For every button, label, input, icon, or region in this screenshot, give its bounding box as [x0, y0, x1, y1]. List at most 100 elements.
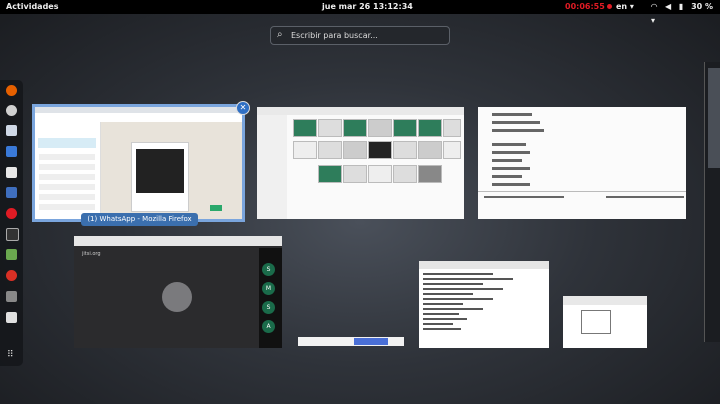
notification-banner — [38, 138, 96, 148]
sharing-notification — [298, 337, 404, 346]
file-thumbnail — [343, 165, 367, 183]
video-call-window[interactable]: jitsi.org S M S A — [74, 236, 282, 348]
window-titlebar — [563, 296, 647, 305]
drawing-canvas — [581, 310, 611, 334]
file-thumbnail — [393, 119, 417, 137]
language-label: en — [616, 2, 628, 11]
console-line — [423, 328, 461, 330]
file-thumbnail — [393, 141, 417, 159]
code-line — [492, 159, 522, 162]
turtle-graphics-window[interactable] — [563, 296, 647, 348]
code-line — [492, 143, 526, 146]
file-thumbnail — [318, 119, 342, 137]
list-item — [39, 164, 95, 170]
battery-level: 30 % — [691, 2, 714, 11]
participant-avatar[interactable]: S — [262, 301, 275, 314]
stop-sharing-button[interactable] — [354, 338, 388, 345]
file-thumbnail — [368, 119, 392, 137]
system-menu[interactable]: ◠ ◀ ▮ 30 % ▾ — [651, 0, 720, 28]
code-line — [492, 113, 532, 116]
chevron-down-icon: ▾ — [651, 16, 656, 25]
window-titlebar — [419, 261, 549, 269]
list-item — [39, 184, 95, 190]
sidebar — [257, 115, 287, 219]
activities-button[interactable]: Actividades — [6, 0, 59, 14]
python-shell-window[interactable] — [419, 261, 549, 348]
workspace-switcher[interactable] — [704, 62, 720, 342]
editor-icon[interactable] — [6, 167, 17, 178]
window-titlebar — [257, 107, 464, 115]
code-line — [492, 129, 544, 132]
screenshot-icon[interactable] — [6, 291, 17, 302]
status-line — [606, 196, 684, 198]
terminal-icon[interactable] — [6, 228, 19, 241]
close-icon[interactable]: ✕ — [236, 101, 250, 115]
clock[interactable]: jue mar 26 13:12:34 — [322, 0, 413, 14]
show-applications-icon[interactable]: ⠿ — [7, 350, 14, 360]
file-thumbnail — [418, 119, 442, 137]
file-thumbnail — [418, 165, 442, 183]
calculator-icon[interactable] — [6, 187, 17, 198]
code-line — [492, 151, 530, 154]
document-icon[interactable] — [6, 146, 17, 157]
help-icon[interactable] — [6, 208, 17, 219]
user-avatar-icon — [162, 282, 192, 312]
divider — [478, 191, 686, 192]
power-icon: ▮ — [678, 2, 684, 11]
monitor-icon[interactable] — [6, 249, 17, 260]
list-item — [39, 204, 95, 210]
workspace-thumbnail[interactable] — [708, 68, 720, 168]
console-line — [423, 288, 503, 290]
console-line — [423, 318, 467, 320]
console-line — [423, 313, 459, 315]
window-caption: (1) WhatsApp - Mozilla Firefox — [81, 213, 198, 226]
text-editor-window[interactable] — [478, 107, 686, 219]
search-icon: ⌕ — [277, 29, 283, 40]
file-thumbnail — [318, 141, 342, 159]
list-item — [39, 174, 95, 180]
files-icon[interactable] — [6, 125, 17, 136]
console-line — [423, 293, 473, 295]
media-preview — [131, 142, 189, 212]
dash: ⠿ — [0, 80, 23, 366]
file-manager-window[interactable] — [257, 107, 464, 219]
file-thumbnail — [368, 141, 392, 159]
recording-timer: 00:06:55 — [565, 2, 605, 11]
console-line — [423, 283, 483, 285]
console-line — [423, 323, 453, 325]
chrome-icon[interactable] — [6, 270, 17, 281]
list-item — [39, 154, 95, 160]
code-line — [492, 121, 540, 124]
top-bar: Actividades jue mar 26 13:12:34 00:06:55… — [0, 0, 720, 25]
participant-avatar[interactable]: A — [262, 320, 275, 333]
file-thumbnail — [443, 141, 461, 159]
console-line — [423, 273, 493, 275]
preview-image — [136, 149, 184, 193]
file-thumbnail — [368, 165, 392, 183]
participant-avatar[interactable]: M — [262, 282, 275, 295]
file-thumbnail — [293, 141, 317, 159]
whatsapp-conversation — [101, 122, 242, 219]
whatsapp-window[interactable] — [32, 104, 245, 222]
list-item — [39, 194, 95, 200]
file-thumbnail — [343, 119, 367, 137]
file-thumbnail — [418, 141, 442, 159]
participant-avatar[interactable]: S — [262, 263, 275, 276]
language-selector[interactable]: en ▾ — [616, 0, 634, 14]
firefox-icon[interactable] — [6, 85, 17, 96]
record-dot-icon — [606, 4, 612, 9]
chat-icon[interactable] — [6, 312, 17, 323]
file-thumbnail — [443, 119, 461, 137]
file-thumbnail — [293, 119, 317, 137]
console-line — [423, 278, 513, 280]
whatsapp-icon[interactable] — [6, 105, 17, 116]
search-input[interactable]: ⌕ Escribir para buscar... — [270, 26, 450, 45]
console-line — [423, 308, 483, 310]
file-thumbnail — [393, 165, 417, 183]
file-thumbnail — [318, 165, 342, 183]
code-line — [492, 167, 530, 170]
whatsapp-chat-list — [35, 122, 101, 219]
console-line — [423, 298, 493, 300]
file-thumbnail — [343, 141, 367, 159]
recording-indicator[interactable]: 00:06:55 — [565, 0, 612, 14]
